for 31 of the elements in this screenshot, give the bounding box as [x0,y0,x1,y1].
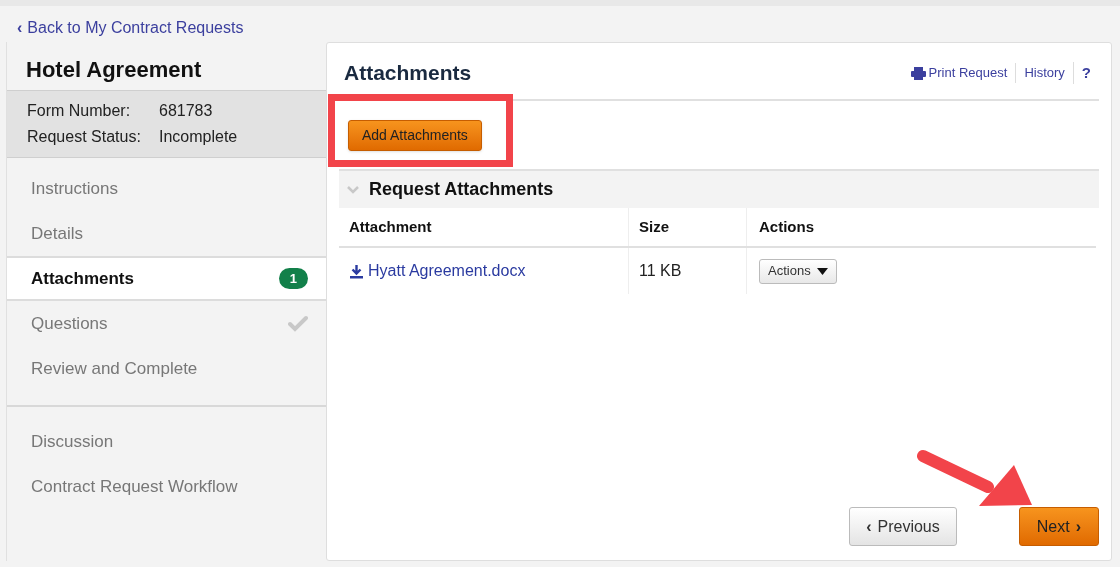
download-icon [349,263,364,279]
field-label: Request Status: [27,127,142,147]
nav-item[interactable]: Questions [7,301,326,346]
form-title: Hotel Agreement [26,55,202,84]
nav-item[interactable]: Discussion [7,419,326,464]
field-value: 681783 [159,101,213,121]
table-cell: 11 KB [628,248,746,294]
field-value: Incomplete [159,127,238,147]
next-button[interactable]: Next › [1018,507,1099,546]
count-badge: 1 [278,267,308,290]
previous-button[interactable]: ‹ Previous [849,507,957,546]
field-label: Form Number: [27,101,132,121]
nav-item[interactable]: Instructions [7,166,326,211]
nav-item[interactable]: Attachments 1 [7,256,326,301]
actions-dropdown[interactable]: Actions [759,258,837,284]
chevron-icon [347,185,359,194]
panel-title: Attachments [343,60,472,87]
header-link[interactable]: History [1015,63,1073,83]
add-attachments-button[interactable]: Add Attachments [348,119,482,151]
section-header[interactable]: Request Attachments [339,171,1099,208]
column-header: Actions [746,208,1096,246]
column-header: Size [628,208,746,246]
file-link[interactable]: Hyatt Agreement.docx [349,259,526,283]
back-link[interactable]: ‹ Back to My Contract Requests [17,16,244,40]
header-link[interactable]: ? [1072,61,1099,85]
nav-item[interactable]: Details [7,211,326,256]
caret-icon [816,267,828,275]
nav-item[interactable]: Contract Request Workflow [7,464,326,509]
print-link[interactable]: Print Request [902,63,1016,83]
column-header: Attachment [348,216,433,237]
nav-item[interactable]: Review and Complete [7,346,326,391]
